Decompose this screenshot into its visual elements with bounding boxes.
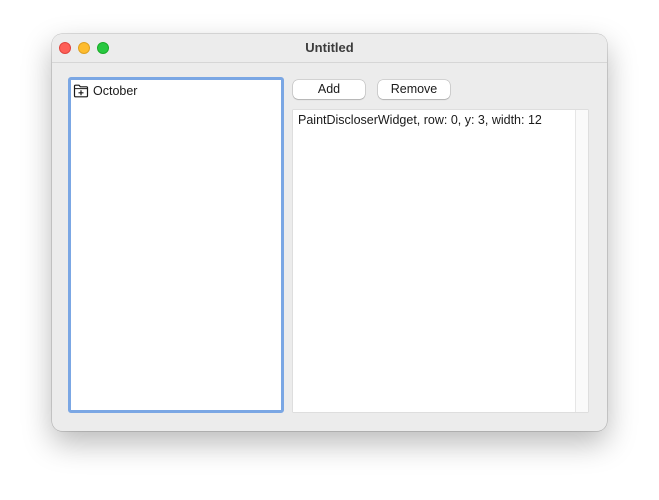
add-button[interactable]: Add: [293, 80, 365, 99]
remove-button[interactable]: Remove: [378, 80, 450, 99]
vertical-scrollbar[interactable]: [575, 110, 588, 412]
detail-text-view[interactable]: PaintDiscloserWidget, row: 0, y: 3, widt…: [293, 110, 588, 412]
tree-item-october[interactable]: October: [73, 82, 137, 100]
app-window: Untitled October Add Remove PaintDisclos…: [52, 34, 607, 431]
detail-text: PaintDiscloserWidget, row: 0, y: 3, widt…: [298, 113, 542, 127]
outline-view[interactable]: October: [68, 77, 284, 413]
window-title: Untitled: [305, 40, 354, 55]
tree-item-label: October: [93, 84, 138, 98]
title-bar: Untitled: [52, 34, 607, 63]
folder-plus-icon[interactable]: [73, 84, 89, 98]
